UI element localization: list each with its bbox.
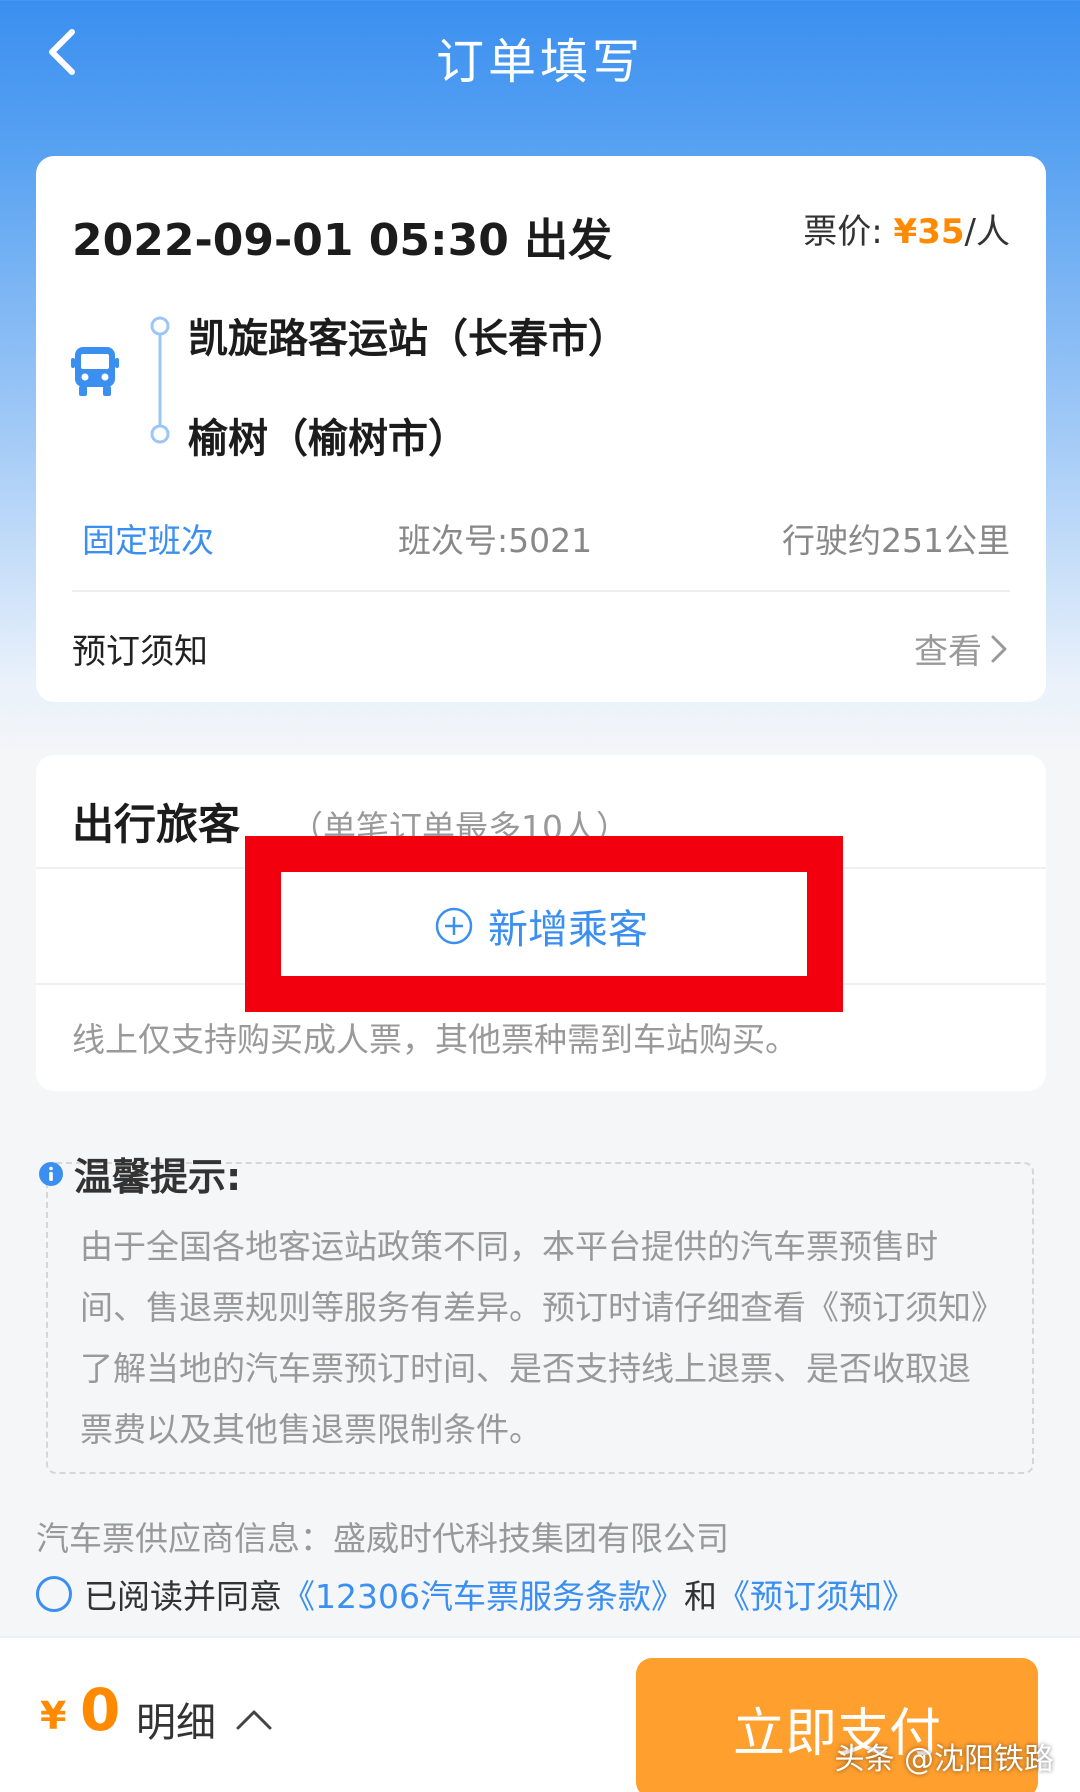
- route-line-icon: [150, 316, 170, 444]
- bus-icon: [71, 347, 119, 396]
- ticket-price: 票价: ¥35/人: [803, 204, 1010, 253]
- nav-bar: 订单填写: [0, 0, 1080, 110]
- page-title: 订单填写: [435, 34, 644, 90]
- supplier-info: 汽车票供应商信息：盛威时代科技集团有限公司: [36, 1519, 729, 1558]
- chevron-up-icon: [236, 1710, 272, 1730]
- highlight-annotation-box: [245, 836, 843, 1012]
- departure-station: 凯旋路客运站（长春市）: [188, 316, 628, 362]
- tips-box: 由于全国各地客运站政策不同，本平台提供的汽车票预售时间、售退票规则等服务有差异。…: [46, 1162, 1034, 1474]
- chevron-right-icon: [991, 635, 1007, 662]
- schedule-type: 固定班次: [82, 521, 214, 560]
- booking-notice-row[interactable]: 预订须知 查看: [72, 624, 1010, 674]
- arrival-station: 榆树（榆树市）: [188, 416, 468, 462]
- currency-symbol: ¥: [40, 1694, 67, 1738]
- booking-notice-link[interactable]: 《预订须知》: [717, 1570, 915, 1618]
- agree-prefix: 已阅读并同意: [84, 1577, 282, 1616]
- price-detail-label: 明细: [136, 1700, 216, 1746]
- divider: [72, 590, 1010, 592]
- ticket-type-note: 线上仅支持购买成人票，其他票种需到车站购买。: [72, 1020, 798, 1059]
- trip-card: 2022-09-01 05:30 出发 票价: ¥35/人 凯旋路客运站（长春市…: [36, 156, 1046, 702]
- agree-radio[interactable]: [36, 1576, 72, 1612]
- view-notice-link[interactable]: 查看: [914, 624, 1010, 673]
- price-detail-toggle[interactable]: 明细: [136, 1690, 274, 1748]
- agreement-row: 已阅读并同意 《12306汽车票服务条款》 和 《预订须知》: [36, 1570, 915, 1618]
- service-terms-link[interactable]: 《12306汽车票服务条款》: [282, 1570, 684, 1618]
- booking-notice-label: 预订须知: [72, 632, 208, 672]
- watermark: 头条 @沈阳铁路: [834, 1742, 1054, 1777]
- price-unit: /人: [964, 212, 1010, 252]
- passenger-section-title: 出行旅客: [72, 800, 241, 849]
- price-label: 票价:: [803, 212, 883, 252]
- agree-and: 和: [683, 1577, 717, 1616]
- tips-body: 由于全国各地客运站政策不同，本平台提供的汽车票预售时间、售退票规则等服务有差异。…: [80, 1227, 988, 1449]
- tips-header: 温馨提示:: [38, 1146, 241, 1201]
- schedule-number: 班次号:5021: [398, 521, 593, 560]
- price-amount: ¥35: [893, 212, 965, 252]
- total-amount: 0: [80, 1676, 121, 1744]
- divider: [0, 1636, 1080, 1638]
- departure-datetime: 2022-09-01 05:30 出发: [72, 215, 613, 266]
- trip-distance: 行驶约251公里: [782, 521, 1010, 560]
- view-notice-label: 查看: [914, 632, 982, 672]
- tips-title: 温馨提示:: [74, 1155, 242, 1199]
- info-icon: [39, 1161, 63, 1186]
